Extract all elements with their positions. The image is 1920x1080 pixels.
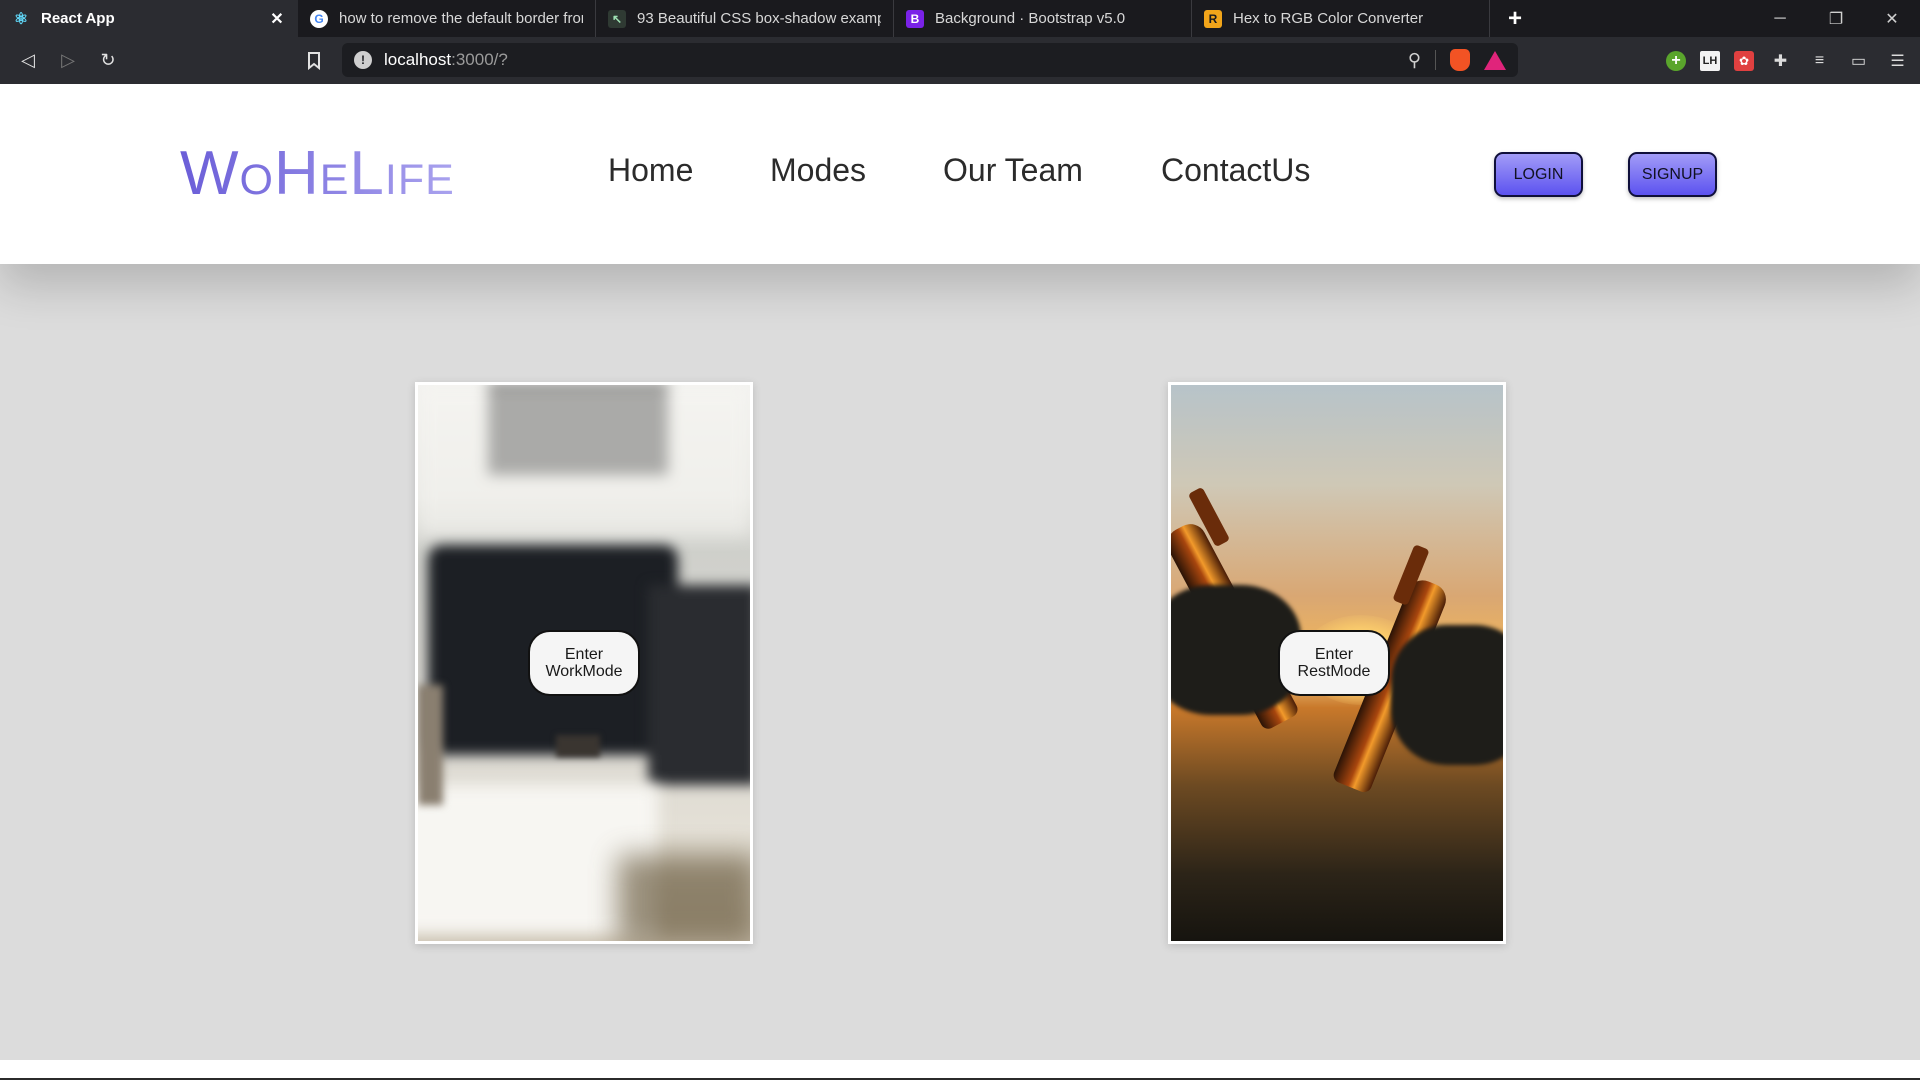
tab-google-search[interactable]: G how to remove the default border fror	[298, 0, 596, 37]
wallet-icon[interactable]: ▭	[1846, 49, 1871, 74]
close-window-icon[interactable]: ✕	[1864, 0, 1920, 37]
tab-hex-to-rgb[interactable]: R Hex to RGB Color Converter	[1192, 0, 1490, 37]
workmode-card: Enter WorkMode	[415, 382, 753, 944]
zoom-icon[interactable]: ⚲	[1408, 50, 1421, 71]
browser-toolbar: ◁ ▷ ↻ ! localhost:3000/? ⚲ + LH ✿ ✚ ≡ ▭ …	[0, 37, 1920, 84]
restmode-card: Enter RestMode	[1168, 382, 1506, 944]
site-info-icon[interactable]: !	[354, 51, 372, 69]
brave-shields-icon[interactable]	[1450, 49, 1470, 71]
extensions-bar: + LH ✿ ✚ ≡ ▭ ☰	[1666, 43, 1910, 79]
tab-css-box-shadow[interactable]: ↖ 93 Beautiful CSS box-shadow example	[596, 0, 894, 37]
extension-red-icon[interactable]: ✿	[1734, 51, 1754, 71]
url-path: :3000/?	[451, 50, 508, 69]
tab-title: how to remove the default border fror	[339, 10, 583, 27]
url-host: localhost	[384, 50, 452, 69]
enter-workmode-button[interactable]: Enter WorkMode	[528, 630, 640, 696]
forward-icon[interactable]: ▷	[48, 43, 88, 79]
reload-icon[interactable]: ↻	[88, 43, 128, 79]
nav-home[interactable]: Home	[608, 152, 693, 189]
bootstrap-icon: B	[906, 9, 924, 28]
nav-modes[interactable]: Modes	[770, 152, 866, 189]
new-tab-button[interactable]: +	[1490, 0, 1540, 37]
nav-our-team[interactable]: Our Team	[943, 152, 1083, 189]
back-icon[interactable]: ◁	[8, 43, 48, 79]
playlist-icon[interactable]: ≡	[1807, 49, 1832, 74]
site-navbar: WoHeLife Home Modes Our Team ContactUs L…	[0, 84, 1920, 264]
r-icon: R	[1204, 9, 1222, 28]
close-tab-icon[interactable]: ✕	[268, 9, 286, 29]
browser-tabstrip: ⚛ React App ✕ G how to remove the defaul…	[0, 0, 1920, 37]
puzzle-icon[interactable]: ✚	[1768, 49, 1793, 74]
menu-icon[interactable]: ☰	[1885, 49, 1910, 74]
tab-title: Background · Bootstrap v5.0	[935, 10, 1126, 27]
tab-title: Hex to RGB Color Converter	[1233, 10, 1424, 27]
restore-icon[interactable]: ❐	[1808, 0, 1864, 37]
tab-react-app[interactable]: ⚛ React App ✕	[0, 0, 298, 37]
nav-contactus[interactable]: ContactUs	[1161, 152, 1310, 189]
lighthouse-icon[interactable]: LH	[1700, 51, 1720, 71]
tab-title: 93 Beautiful CSS box-shadow example	[637, 10, 881, 27]
page: WoHeLife Home Modes Our Team ContactUs L…	[0, 84, 1920, 1080]
css-icon: ↖	[608, 9, 626, 28]
brave-rewards-icon[interactable]	[1484, 50, 1506, 70]
minimize-icon[interactable]: ─	[1752, 0, 1808, 37]
bookmark-icon[interactable]	[300, 43, 328, 79]
page-footer-strip	[0, 1060, 1920, 1080]
google-icon: G	[310, 9, 328, 28]
login-button[interactable]: LOGIN	[1494, 152, 1583, 197]
site-logo[interactable]: WoHeLife	[180, 143, 455, 205]
window-controls: ─ ❐ ✕	[1752, 0, 1920, 37]
tab-bootstrap[interactable]: B Background · Bootstrap v5.0	[894, 0, 1192, 37]
divider	[1435, 50, 1436, 70]
tab-title: React App	[41, 10, 115, 27]
react-icon: ⚛	[13, 10, 29, 28]
extension-green-icon[interactable]: +	[1666, 51, 1686, 71]
signup-button[interactable]: SIGNUP	[1628, 152, 1717, 197]
address-bar[interactable]: ! localhost:3000/? ⚲	[342, 43, 1518, 77]
enter-restmode-button[interactable]: Enter RestMode	[1278, 630, 1390, 696]
